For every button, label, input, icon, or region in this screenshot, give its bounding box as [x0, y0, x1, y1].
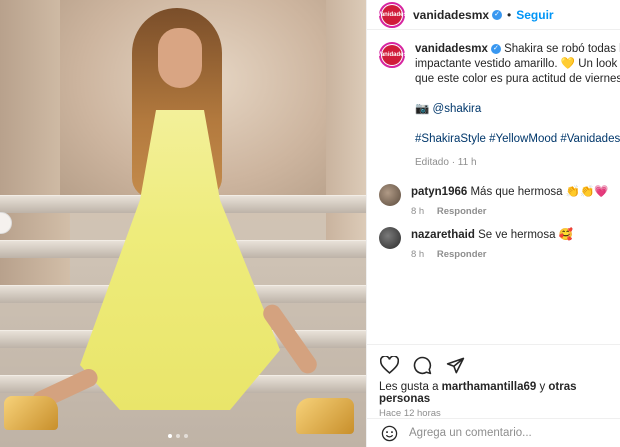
- caption-text: vanidadesmx✓ Shakira se robó todas las m…: [415, 42, 620, 170]
- comment-username[interactable]: patyn1966: [411, 186, 467, 198]
- comment-meta: 8 h Responder: [411, 206, 609, 217]
- carousel-dot: [168, 434, 172, 438]
- comment-input[interactable]: [409, 427, 609, 439]
- caption-meta: Editado · 11 h: [415, 157, 477, 168]
- add-comment-bar: [367, 418, 620, 447]
- header-username[interactable]: vanidadesmx: [413, 8, 489, 22]
- caption-line-2: impactante vestido amarillo. 💛 Un look v…: [415, 58, 620, 70]
- post-panel: Vanidades vanidadesmx ✓ • Seguir Vanidad…: [366, 0, 620, 447]
- actions-section: Les gusta a marthamantilla69 y otras per…: [367, 344, 620, 419]
- comment-avatar[interactable]: [379, 184, 401, 206]
- comment-time: 8 h: [411, 249, 425, 260]
- comment-text: Se ve hermosa 🥰: [478, 229, 573, 241]
- carousel-dots: [168, 434, 188, 438]
- caption-hashtags[interactable]: #ShakiraStyle #YellowMood #VanidadesFash…: [415, 132, 620, 147]
- comment-body: patyn1966 Más que hermosa 👏👏💗 8 h Respon…: [411, 184, 609, 217]
- caption-block: Vanidades vanidadesmx ✓ Shakira se robó t…: [367, 30, 620, 170]
- share-icon[interactable]: [445, 355, 465, 375]
- comment-username[interactable]: nazarethaid: [411, 229, 475, 241]
- comment-item: patyn1966 Más que hermosa 👏👏💗 8 h Respon…: [367, 184, 620, 217]
- comment-item: nazarethaid Se ve hermosa 🥰 8 h Responde…: [367, 227, 620, 260]
- caption-mention[interactable]: 📷 @shakira: [415, 102, 620, 117]
- follow-button[interactable]: Seguir: [516, 8, 553, 22]
- likes-text: Les gusta a marthamantilla69 y otras per…: [367, 377, 620, 405]
- post-header: Vanidades vanidadesmx ✓ • Seguir: [367, 0, 620, 30]
- reply-button[interactable]: Responder: [437, 206, 487, 217]
- likes-prefix: Les gusta a: [379, 381, 442, 393]
- photo-shoe: [296, 398, 354, 434]
- likes-user[interactable]: marthamantilla69: [442, 381, 537, 393]
- account-avatar-logo: Vanidades: [377, 4, 407, 25]
- carousel-dot: [184, 434, 188, 438]
- verified-icon: ✓: [492, 9, 503, 20]
- emoji-icon[interactable]: [379, 423, 399, 443]
- likes-middle: y: [536, 381, 549, 393]
- comment-avatar[interactable]: [379, 227, 401, 249]
- comment-meta: 8 h Responder: [411, 249, 573, 260]
- comment-time: 8 h: [411, 206, 425, 217]
- comment-body: nazarethaid Se ve hermosa 🥰 8 h Responde…: [411, 227, 573, 260]
- post-image[interactable]: [0, 0, 366, 447]
- caption-line-3: que este color es pura actitud de vierne…: [415, 73, 620, 85]
- photo-figure-face: [158, 28, 202, 88]
- caption-username[interactable]: vanidadesmx: [415, 43, 488, 55]
- post-time: Hace 12 horas: [379, 408, 441, 419]
- comment-text: Más que hermosa 👏👏💗: [470, 186, 609, 198]
- caption-avatar-logo: Vanidades: [377, 45, 407, 65]
- action-bar: [367, 345, 620, 377]
- comment-icon[interactable]: [412, 355, 432, 375]
- caption-avatar[interactable]: Vanidades: [377, 42, 407, 68]
- reply-button[interactable]: Responder: [437, 249, 487, 260]
- caption-line-1: Shakira se robó todas las mirad: [504, 43, 620, 55]
- verified-icon: ✓: [490, 43, 501, 54]
- account-avatar[interactable]: Vanidades: [377, 1, 407, 28]
- heart-icon[interactable]: [379, 355, 399, 375]
- header-separator: •: [507, 7, 512, 22]
- photo-shoe: [4, 396, 58, 430]
- carousel-dot: [176, 434, 180, 438]
